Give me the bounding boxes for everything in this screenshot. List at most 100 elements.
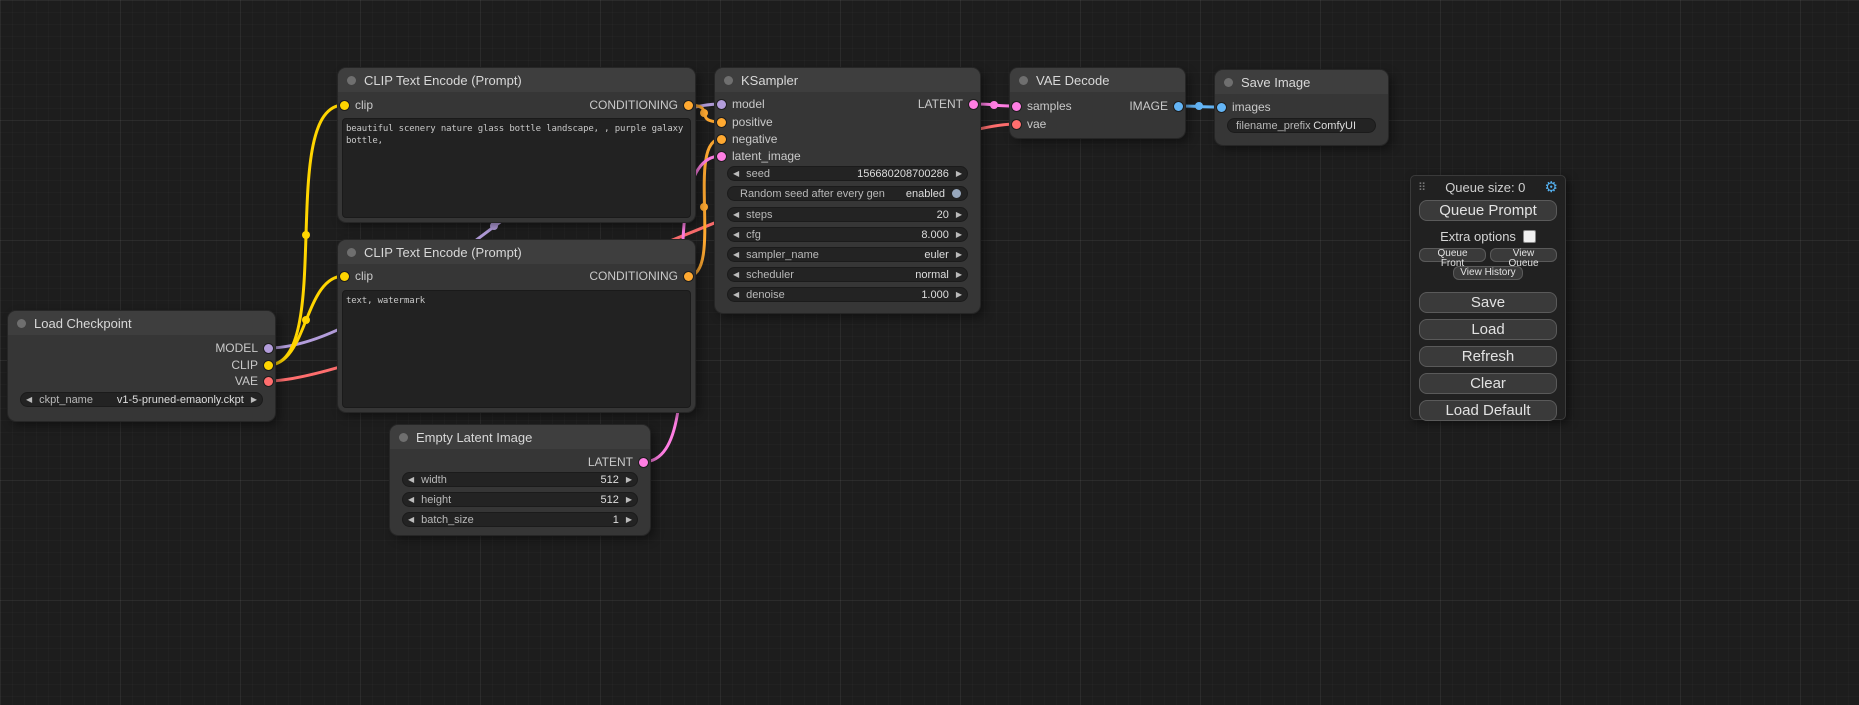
node-title-bar[interactable]: Save Image xyxy=(1215,70,1388,94)
toggle-dot-icon[interactable] xyxy=(952,189,961,198)
conditioning-slot-dot[interactable] xyxy=(717,135,726,144)
clear-button[interactable]: Clear xyxy=(1419,373,1557,394)
random-seed-toggle-widget[interactable]: Random seed after every gen enabled xyxy=(727,186,968,201)
increment-icon[interactable]: ▶ xyxy=(956,208,962,221)
clip-slot-dot[interactable] xyxy=(264,361,273,370)
node-title-bar[interactable]: VAE Decode xyxy=(1010,68,1185,92)
increment-icon[interactable]: ▶ xyxy=(956,248,962,261)
output-slot-clip[interactable]: CLIP xyxy=(8,358,275,372)
image-slot-dot[interactable] xyxy=(1217,103,1226,112)
denoise-widget[interactable]: ◀ denoise 1.000 ▶ xyxy=(727,287,968,302)
output-slot-latent[interactable]: LATENT xyxy=(390,455,650,469)
clip-text-encode-positive-node[interactable]: CLIP Text Encode (Prompt) clip CONDITION… xyxy=(338,68,695,222)
ckpt-name-widget[interactable]: ◀ ckpt_name v1-5-pruned-emaonly.ckpt ▶ xyxy=(20,392,263,407)
seed-widget[interactable]: ◀ seed 156680208700286 ▶ xyxy=(727,166,968,181)
filename-prefix-widget[interactable]: filename_prefix ComfyUI xyxy=(1227,118,1376,133)
batch-size-widget[interactable]: ◀ batch_size 1 ▶ xyxy=(402,512,638,527)
decrement-icon[interactable]: ◀ xyxy=(733,248,739,261)
increment-icon[interactable]: ▶ xyxy=(956,268,962,281)
output-slot-vae[interactable]: VAE xyxy=(8,374,275,388)
latent-slot-dot[interactable] xyxy=(717,152,726,161)
positive-prompt-textarea[interactable]: beautiful scenery nature glass bottle la… xyxy=(342,118,691,218)
queue-front-button[interactable]: Queue Front xyxy=(1419,248,1486,262)
increment-icon[interactable]: ▶ xyxy=(956,167,962,180)
cfg-widget[interactable]: ◀ cfg 8.000 ▶ xyxy=(727,227,968,242)
extra-options-label: Extra options xyxy=(1440,229,1516,244)
latent-slot-dot[interactable] xyxy=(639,458,648,467)
extra-options-checkbox[interactable] xyxy=(1523,230,1536,243)
output-slot-model[interactable]: MODEL xyxy=(8,341,275,355)
decrement-icon[interactable]: ◀ xyxy=(733,268,739,281)
latent-slot-dot[interactable] xyxy=(969,100,978,109)
collapse-dot-icon[interactable] xyxy=(347,248,356,257)
decrement-icon[interactable]: ◀ xyxy=(733,208,739,221)
input-slot-negative[interactable]: negative xyxy=(715,132,980,146)
input-slot-positive[interactable]: positive xyxy=(715,115,980,129)
output-slot-conditioning[interactable]: CONDITIONING xyxy=(338,269,695,283)
settings-gear-icon[interactable]: ⚙ xyxy=(1545,181,1558,195)
conditioning-slot-dot[interactable] xyxy=(684,101,693,110)
increment-icon[interactable]: ▶ xyxy=(626,513,632,526)
steps-widget[interactable]: ◀ steps 20 ▶ xyxy=(727,207,968,222)
decrement-icon[interactable]: ◀ xyxy=(733,288,739,301)
input-slot-vae[interactable]: vae xyxy=(1010,117,1185,131)
collapse-dot-icon[interactable] xyxy=(1224,78,1233,87)
drag-handle-icon[interactable]: ⠿ xyxy=(1418,181,1426,194)
save-image-node[interactable]: Save Image images filename_prefix ComfyU… xyxy=(1215,70,1388,145)
collapse-dot-icon[interactable] xyxy=(724,76,733,85)
node-title: VAE Decode xyxy=(1036,73,1109,88)
decrement-icon[interactable]: ◀ xyxy=(733,167,739,180)
node-title-bar[interactable]: Load Checkpoint xyxy=(8,311,275,335)
decrement-icon[interactable]: ◀ xyxy=(408,513,414,526)
increment-icon[interactable]: ▶ xyxy=(956,288,962,301)
clip-text-encode-negative-node[interactable]: CLIP Text Encode (Prompt) clip CONDITION… xyxy=(338,240,695,412)
collapse-dot-icon[interactable] xyxy=(399,433,408,442)
node-title-bar[interactable]: CLIP Text Encode (Prompt) xyxy=(338,240,695,264)
increment-icon[interactable]: ▶ xyxy=(956,228,962,241)
node-title-bar[interactable]: CLIP Text Encode (Prompt) xyxy=(338,68,695,92)
widget-value: 8.000 xyxy=(921,229,949,241)
slot-label: latent_image xyxy=(732,149,801,163)
collapse-dot-icon[interactable] xyxy=(1019,76,1028,85)
decrement-icon[interactable]: ◀ xyxy=(733,228,739,241)
view-queue-button[interactable]: View Queue xyxy=(1490,248,1557,262)
ksampler-node[interactable]: KSampler model positive negative latent_… xyxy=(715,68,980,313)
conditioning-slot-dot[interactable] xyxy=(684,272,693,281)
model-slot-dot[interactable] xyxy=(264,344,273,353)
input-slot-images[interactable]: images xyxy=(1215,100,1388,114)
load-checkpoint-node[interactable]: Load Checkpoint MODEL CLIP VAE ◀ ckpt_na… xyxy=(8,311,275,421)
vae-slot-dot[interactable] xyxy=(1012,120,1021,129)
increment-icon[interactable]: ▶ xyxy=(626,473,632,486)
input-slot-latent-image[interactable]: latent_image xyxy=(715,149,980,163)
negative-prompt-textarea[interactable]: text, watermark xyxy=(342,290,691,408)
slot-label: CONDITIONING xyxy=(589,269,678,283)
vae-decode-node[interactable]: VAE Decode samples vae IMAGE xyxy=(1010,68,1185,138)
load-default-button[interactable]: Load Default xyxy=(1419,400,1557,421)
decrement-icon[interactable]: ◀ xyxy=(408,493,414,506)
scheduler-widget[interactable]: ◀ scheduler normal ▶ xyxy=(727,267,968,282)
decrement-icon[interactable]: ◀ xyxy=(26,393,32,406)
increment-icon[interactable]: ▶ xyxy=(251,393,257,406)
output-slot-conditioning[interactable]: CONDITIONING xyxy=(338,98,695,112)
width-widget[interactable]: ◀ width 512 ▶ xyxy=(402,472,638,487)
save-button[interactable]: Save xyxy=(1419,292,1557,313)
view-history-button[interactable]: View History xyxy=(1453,266,1522,280)
collapse-dot-icon[interactable] xyxy=(17,319,26,328)
node-title-bar[interactable]: KSampler xyxy=(715,68,980,92)
output-slot-image[interactable]: IMAGE xyxy=(1010,99,1185,113)
empty-latent-image-node[interactable]: Empty Latent Image LATENT ◀ width 512 ▶ … xyxy=(390,425,650,535)
sampler-name-widget[interactable]: ◀ sampler_name euler ▶ xyxy=(727,247,968,262)
collapse-dot-icon[interactable] xyxy=(347,76,356,85)
image-slot-dot[interactable] xyxy=(1174,102,1183,111)
node-title-bar[interactable]: Empty Latent Image xyxy=(390,425,650,449)
conditioning-slot-dot[interactable] xyxy=(717,118,726,127)
refresh-button[interactable]: Refresh xyxy=(1419,346,1557,367)
increment-icon[interactable]: ▶ xyxy=(626,493,632,506)
height-widget[interactable]: ◀ height 512 ▶ xyxy=(402,492,638,507)
queue-prompt-button[interactable]: Queue Prompt xyxy=(1419,200,1557,221)
output-slot-latent[interactable]: LATENT xyxy=(715,97,980,111)
vae-slot-dot[interactable] xyxy=(264,377,273,386)
decrement-icon[interactable]: ◀ xyxy=(408,473,414,486)
node-graph-canvas[interactable]: Load Checkpoint MODEL CLIP VAE ◀ ckpt_na… xyxy=(0,0,1859,705)
load-button[interactable]: Load xyxy=(1419,319,1557,340)
